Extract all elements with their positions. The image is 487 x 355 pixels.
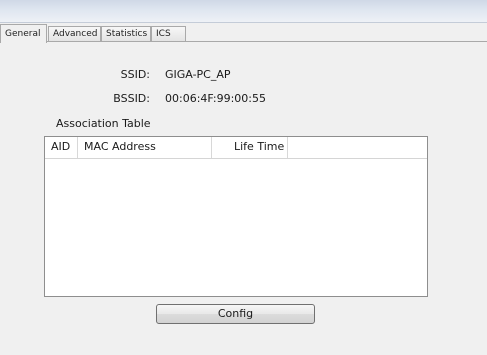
column-header-life-time[interactable]: Life Time: [212, 137, 288, 158]
bssid-label: BSSID:: [113, 92, 150, 105]
column-header-aid[interactable]: AID: [45, 137, 78, 158]
ssid-value: GIGA-PC_AP: [165, 68, 231, 81]
column-header-mac-address[interactable]: MAC Address: [78, 137, 212, 158]
window-title-bar: [0, 0, 487, 23]
tab-divider: [0, 41, 487, 42]
tab-ics[interactable]: ICS: [151, 26, 186, 41]
bssid-value: 00:06:4F:99:00:55: [165, 92, 266, 105]
association-table[interactable]: AID MAC Address Life Time: [44, 136, 428, 297]
tab-statistics[interactable]: Statistics: [101, 26, 151, 41]
tab-general[interactable]: General: [0, 24, 47, 43]
ssid-label: SSID:: [120, 68, 150, 81]
tab-advanced[interactable]: Advanced: [48, 26, 101, 41]
association-table-header: AID MAC Address Life Time: [45, 137, 427, 159]
association-table-label: Association Table: [56, 117, 151, 130]
config-button[interactable]: Config: [156, 304, 315, 324]
